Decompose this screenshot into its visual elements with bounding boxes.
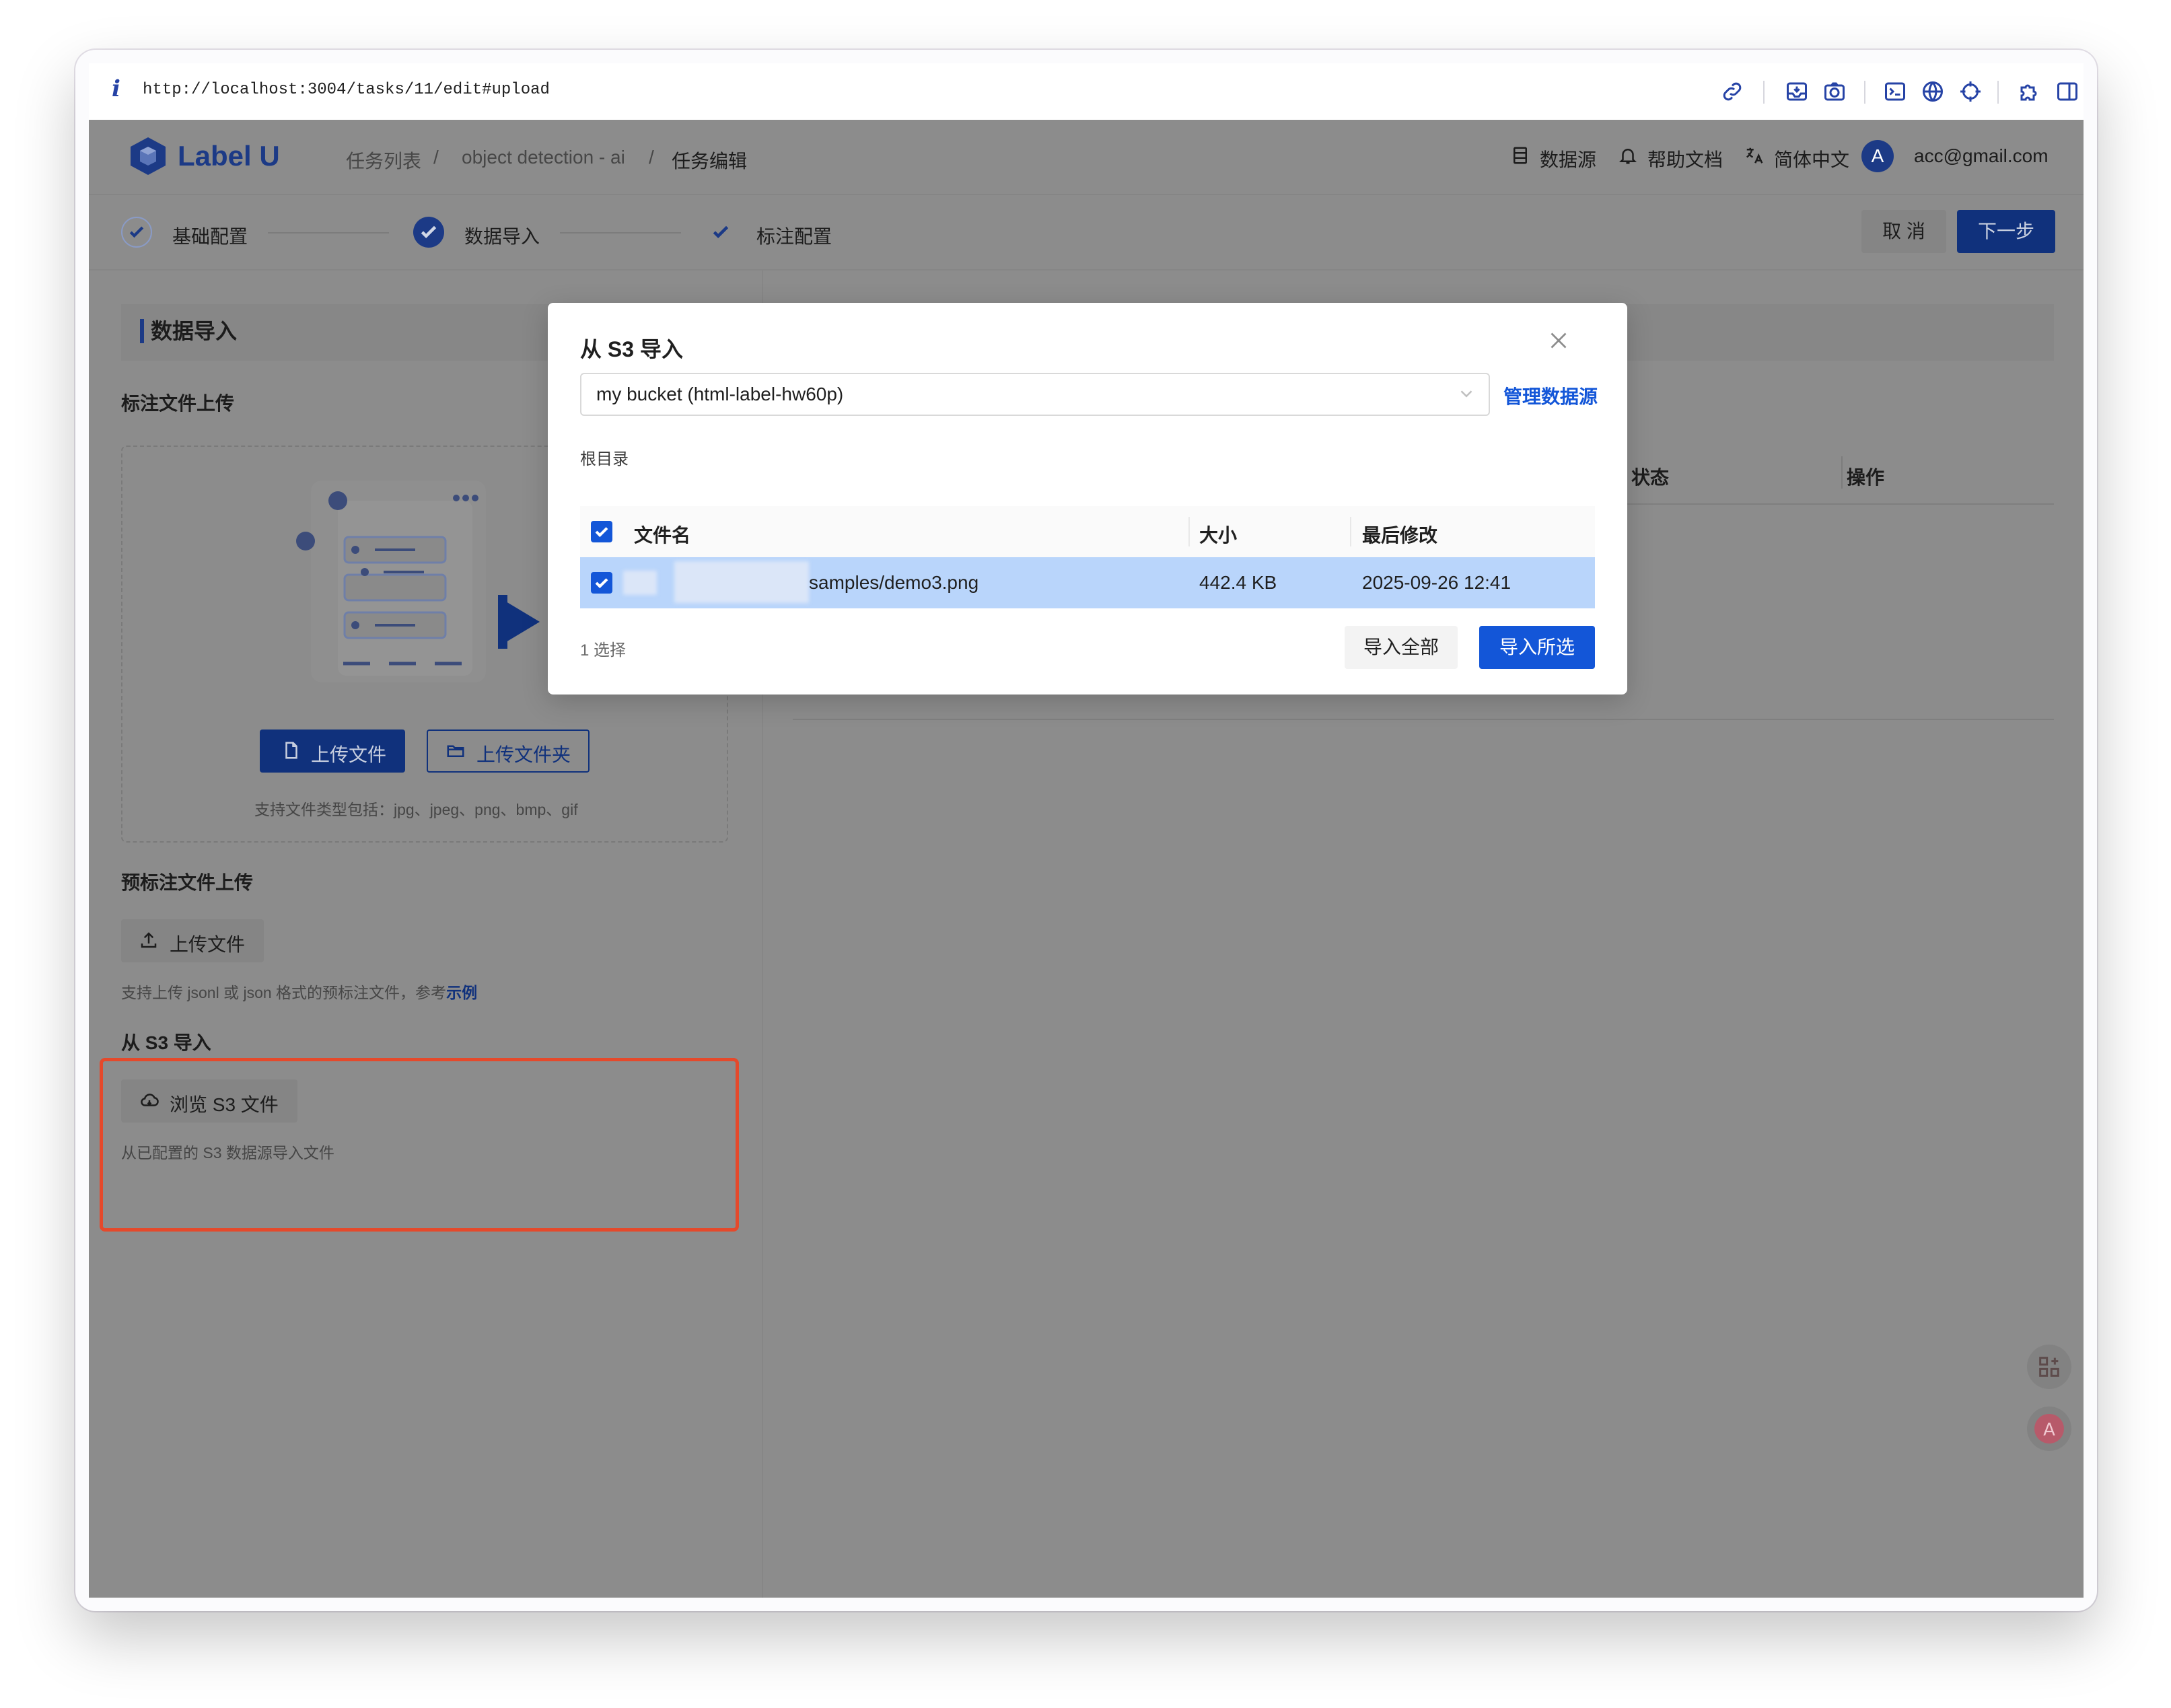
- column-header-name[interactable]: 文件名: [634, 521, 690, 548]
- breadcrumb-separator: /: [649, 147, 654, 168]
- column-header-modified[interactable]: 最后修改: [1362, 521, 1437, 548]
- labelu-logo-icon: [127, 135, 170, 178]
- file-modified: 2025-09-26 12:41: [1362, 572, 1511, 593]
- breadcrumb-separator: /: [433, 147, 439, 168]
- close-icon[interactable]: [1546, 328, 1571, 353]
- browse-s3-button[interactable]: 浏览 S3 文件: [121, 1079, 297, 1123]
- breadcrumb-task-name[interactable]: object detection - ai: [462, 147, 625, 168]
- s3-import-modal: 从 S3 导入 my bucket (html-label-hw60p) 管理数…: [548, 303, 1627, 695]
- page-viewport: Label U 任务列表 / object detection - ai / 任…: [89, 120, 2084, 1598]
- step-current-icon: [413, 217, 444, 248]
- avatar[interactable]: A: [1861, 140, 1894, 172]
- column-separator: [1188, 517, 1190, 546]
- selected-count: 1 选择: [580, 641, 627, 660]
- toolbar-separator: [1997, 81, 1999, 104]
- table-header-action: 操作: [1847, 467, 1885, 488]
- step-done-icon: [121, 217, 152, 248]
- next-step-button[interactable]: 下一步: [1957, 210, 2055, 253]
- cancel-button[interactable]: 取 消: [1861, 210, 1946, 253]
- step-data-import[interactable]: 数据导入: [464, 222, 540, 249]
- file-size: 442.4 KB: [1199, 572, 1277, 593]
- sidebar-icon[interactable]: [2055, 79, 2079, 104]
- import-selected-button[interactable]: 导入所选: [1479, 626, 1595, 669]
- table-footer-border: [793, 719, 2054, 720]
- bucket-select-value: my bucket (html-label-hw60p): [596, 384, 844, 404]
- file-table-header: 文件名 大小 最后修改: [580, 506, 1595, 559]
- terminal-icon[interactable]: [1883, 79, 1907, 104]
- step-bar: 基础配置 数据导入 标注配置 取 消 下一步: [89, 195, 2084, 271]
- link-icon[interactable]: [1720, 79, 1744, 104]
- upload-folder-label: 上传文件夹: [476, 744, 571, 765]
- file-type-hint: 支持文件类型包括：jpg、jpeg、png、bmp、gif: [254, 801, 578, 818]
- breadcrumb-root[interactable]: 根目录: [580, 446, 629, 469]
- widget-float-button[interactable]: [2027, 1345, 2071, 1389]
- step-connector: [268, 232, 389, 234]
- upload-folder-button[interactable]: 上传文件夹: [427, 730, 590, 773]
- database-icon: [1510, 145, 1530, 166]
- row-checkbox[interactable]: [591, 572, 612, 594]
- chevron-down-icon: [1456, 384, 1476, 404]
- select-all-checkbox[interactable]: [591, 521, 612, 542]
- datasource-link[interactable]: 数据源: [1540, 145, 1596, 172]
- annotation-upload-title: 标注文件上传: [121, 393, 235, 414]
- language-selector[interactable]: 简体中文: [1774, 145, 1849, 172]
- breadcrumb-current: 任务编辑: [672, 151, 748, 172]
- redacted-block: [674, 561, 809, 603]
- pre-annotation-upload-label: 上传文件: [170, 934, 246, 955]
- inbox-icon[interactable]: [1785, 79, 1809, 104]
- upload-icon: [139, 930, 159, 950]
- column-separator: [1350, 517, 1351, 546]
- step-annotation-config[interactable]: 标注配置: [756, 222, 832, 249]
- manage-datasource-link[interactable]: 管理数据源: [1503, 382, 1598, 409]
- redacted-block: [623, 571, 657, 595]
- logo-text[interactable]: Label U: [178, 140, 280, 172]
- upload-illustration: [271, 474, 540, 696]
- section-title: 数据导入: [140, 319, 237, 343]
- step-basic-config[interactable]: 基础配置: [172, 222, 248, 249]
- svg-text:A: A: [2043, 1420, 2055, 1440]
- table-row[interactable]: samples/demo3.png 442.4 KB 2025-09-26 12…: [580, 557, 1595, 608]
- pre-annotation-hint: 支持上传 jsonl 或 json 格式的预标注文件，参考示例: [121, 984, 478, 1001]
- upload-file-button[interactable]: 上传文件: [260, 730, 405, 773]
- file-name: samples/demo3.png: [809, 572, 979, 593]
- s3-import-hint: 从已配置的 S3 数据源导入文件: [121, 1144, 334, 1162]
- file-icon: [281, 740, 301, 760]
- browse-s3-label: 浏览 S3 文件: [170, 1094, 279, 1115]
- import-all-button[interactable]: 导入全部: [1345, 626, 1458, 669]
- toolbar-separator: [1763, 81, 1765, 104]
- info-icon[interactable]: i: [112, 75, 120, 102]
- table-header-status: 状态: [1631, 467, 1670, 488]
- address-bar: i http://localhost:3004/tasks/11/edit#up…: [89, 63, 2084, 120]
- camera-icon[interactable]: [1822, 79, 1847, 104]
- url-text[interactable]: http://localhost:3004/tasks/11/edit#uplo…: [143, 81, 550, 99]
- app-header: Label U 任务列表 / object detection - ai / 任…: [89, 120, 2084, 195]
- help-docs-link[interactable]: 帮助文档: [1647, 145, 1723, 172]
- toolbar-separator: [1864, 81, 1865, 104]
- bucket-select[interactable]: my bucket (html-label-hw60p): [580, 373, 1490, 416]
- example-link[interactable]: 示例: [446, 984, 477, 1001]
- step-done-icon: [705, 217, 736, 248]
- pre-annotation-upload-button[interactable]: 上传文件: [121, 919, 264, 962]
- user-email[interactable]: acc@gmail.com: [1914, 145, 2049, 167]
- crosshair-icon[interactable]: [1958, 79, 1983, 104]
- cloud-icon: [139, 1090, 160, 1110]
- globe-icon[interactable]: [1921, 79, 1945, 104]
- upload-file-label: 上传文件: [311, 744, 387, 765]
- column-header-size[interactable]: 大小: [1199, 521, 1237, 548]
- s3-import-title: 从 S3 导入: [121, 1032, 211, 1053]
- bell-icon: [1618, 145, 1638, 166]
- column-separator: [1841, 456, 1843, 489]
- puzzle-icon[interactable]: [2018, 79, 2042, 104]
- translate-icon: [1744, 145, 1765, 166]
- pre-annotation-title: 预标注文件上传: [121, 872, 254, 893]
- translate-float-button[interactable]: A: [2027, 1407, 2071, 1451]
- browser-window: i http://localhost:3004/tasks/11/edit#up…: [75, 50, 2097, 1611]
- folder-icon: [446, 740, 466, 760]
- breadcrumb-tasks[interactable]: 任务列表: [346, 147, 421, 174]
- modal-title: 从 S3 导入: [580, 337, 683, 361]
- step-connector: [560, 232, 681, 234]
